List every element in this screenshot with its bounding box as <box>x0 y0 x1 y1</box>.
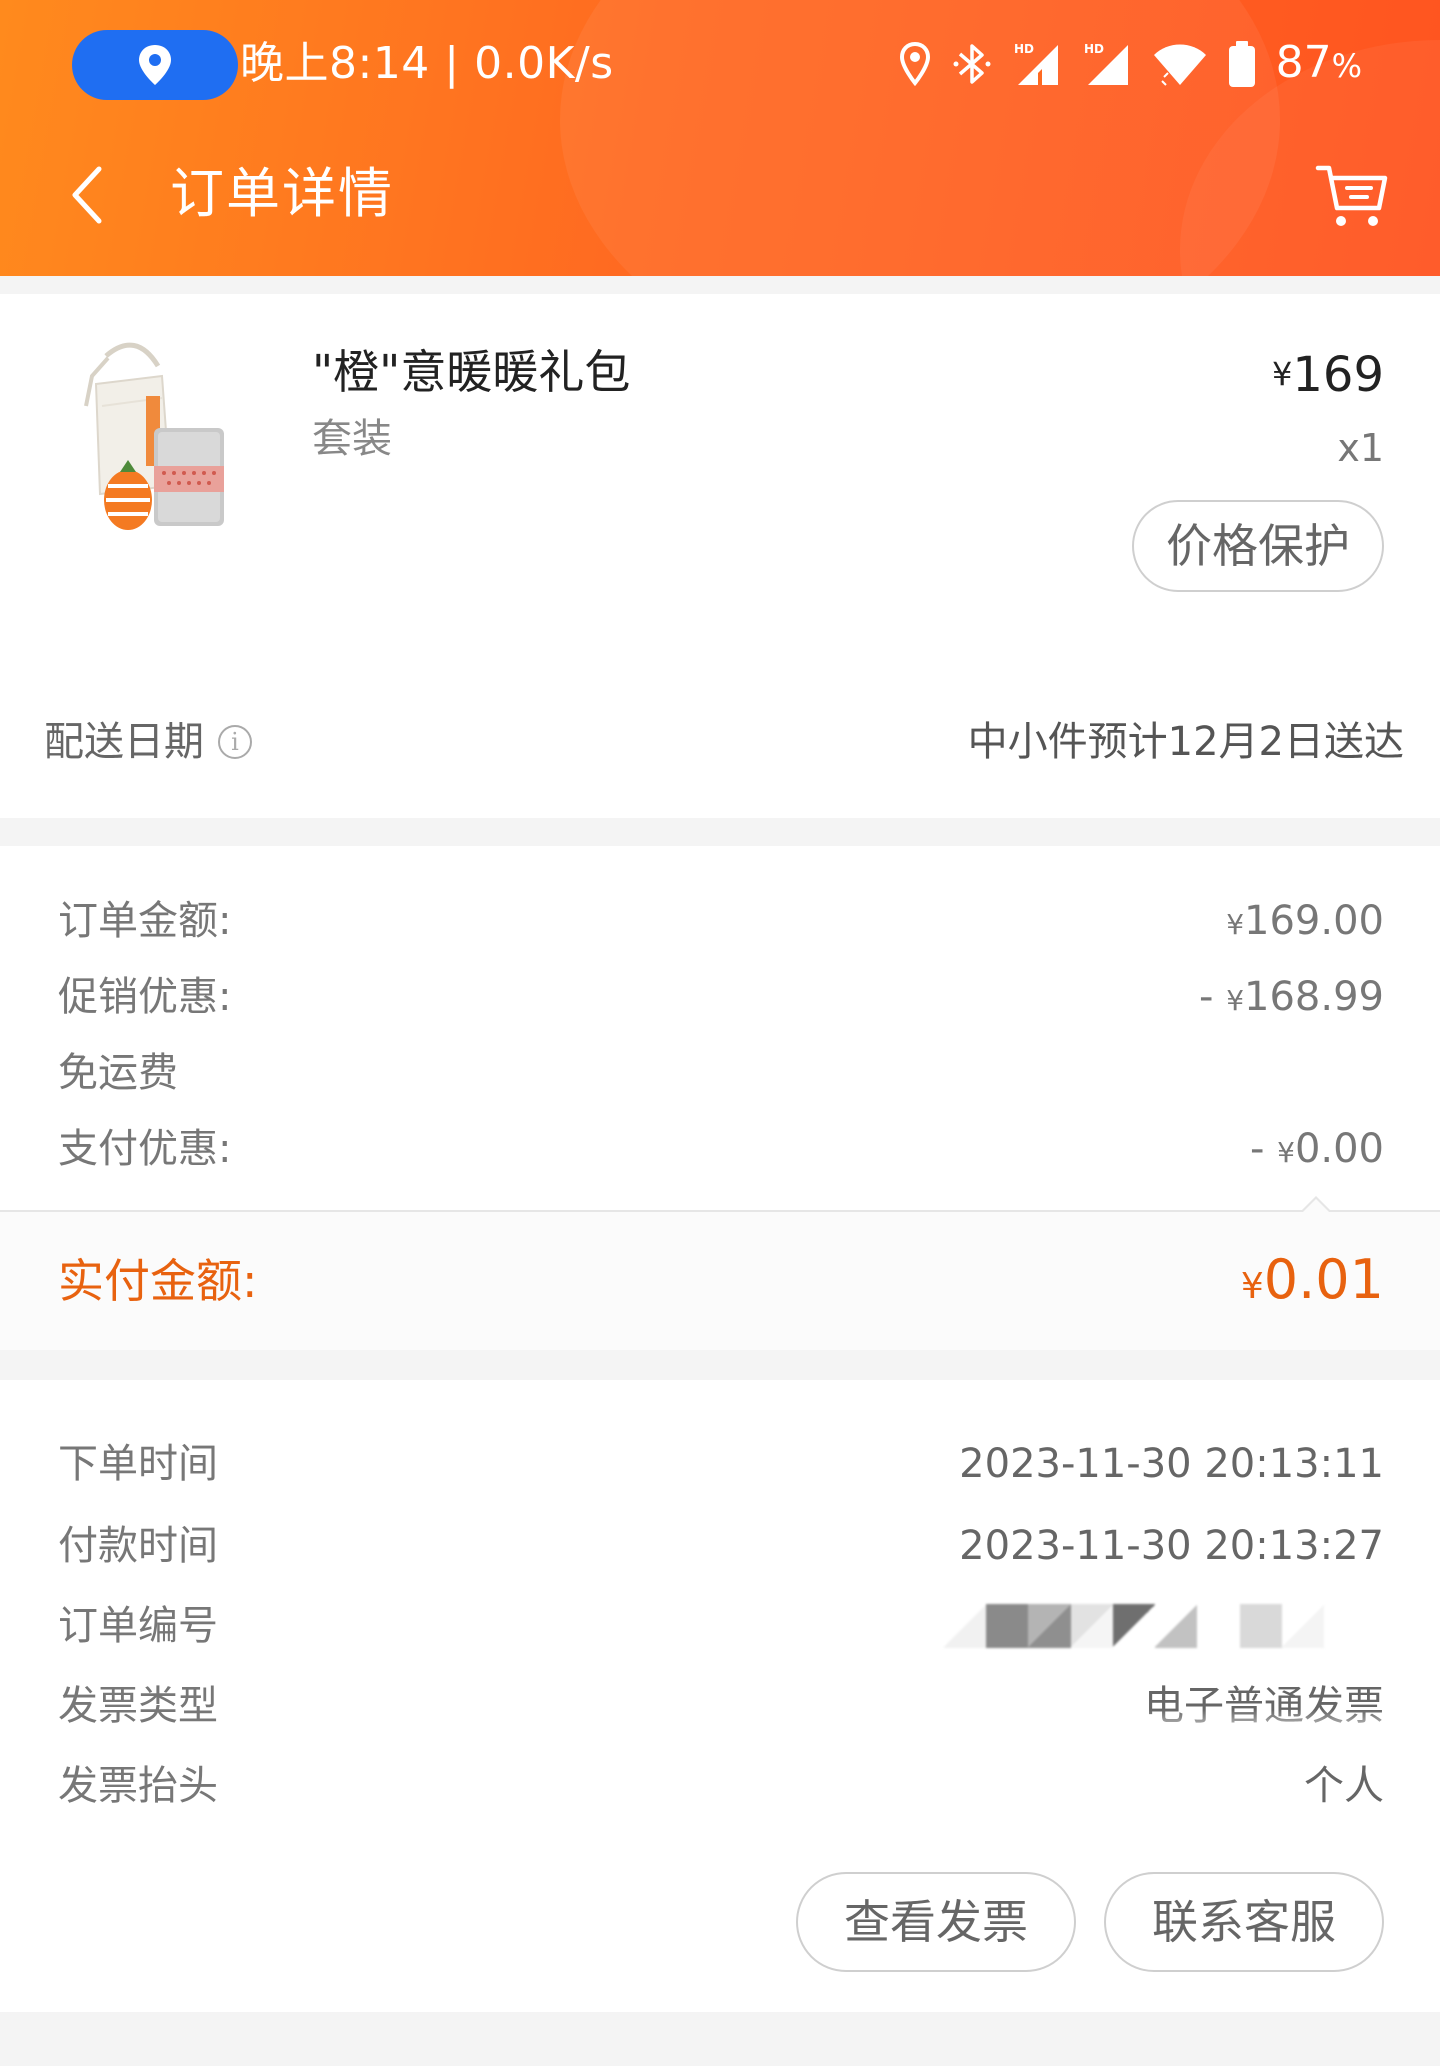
hd-signal-icon: HD <box>1084 42 1128 85</box>
free-shipping-label: 免运费 <box>58 1050 178 1096</box>
svg-text:HD: HD <box>1014 42 1034 56</box>
order-time-label: 下单时间 <box>58 1441 218 1487</box>
invoice-type-label: 发票类型 <box>58 1683 218 1729</box>
payment-discount-row: 支付优惠: - ¥0.00 <box>0 1114 1440 1184</box>
delivery-date-text: 配送日期 <box>44 719 204 765</box>
free-shipping-row: 免运费 <box>0 1038 1440 1108</box>
product-image[interactable] <box>66 336 246 536</box>
product-quantity: x1 <box>1337 426 1384 470</box>
cart-icon <box>1315 165 1388 226</box>
order-time-row: 下单时间 2023-11-30 20:13:11 <box>0 1428 1440 1500</box>
battery-percentage: 87% <box>1275 36 1362 88</box>
product-card: "橙"意暖暖礼包 套装 ¥169 x1 价格保护 配送日期 i 中小件预计12月… <box>0 294 1440 818</box>
order-amount-value: ¥169.00 <box>1226 898 1384 944</box>
bluetooth-icon <box>953 44 991 84</box>
delivery-date-label: 配送日期 i <box>44 714 252 770</box>
payment-discount-label: 支付优惠: <box>58 1126 232 1172</box>
svg-text:HD: HD <box>1084 42 1104 56</box>
paid-amount-value: ¥0.01 <box>1240 1248 1384 1311</box>
product-spec: 套装 <box>312 416 392 462</box>
page-title: 订单详情 <box>170 162 394 225</box>
price-protect-button[interactable]: 价格保护 <box>1132 500 1384 592</box>
payment-discount-value: - ¥0.00 <box>1249 1126 1384 1172</box>
order-info-card: 下单时间 2023-11-30 20:13:11 付款时间 2023-11-30… <box>0 1380 1440 2012</box>
contact-service-button[interactable]: 联系客服 <box>1104 1872 1384 1972</box>
order-number-row: 订单编号 <box>0 1590 1440 1662</box>
pay-time-label: 付款时间 <box>58 1523 218 1569</box>
delivery-date-value: 中小件预计12月2日送达 <box>967 719 1404 765</box>
order-amount-row: 订单金额: ¥169.00 <box>0 886 1440 956</box>
view-invoice-button[interactable]: 查看发票 <box>796 1872 1076 1972</box>
back-button[interactable] <box>52 160 122 230</box>
product-name[interactable]: "橙"意暖暖礼包 <box>312 342 630 402</box>
order-number-label: 订单编号 <box>58 1603 218 1649</box>
status-time-speed: 晚上8:14 | 0.0K/s <box>240 38 614 89</box>
hd-signal-icon: HD <box>1014 42 1058 85</box>
status-bar: 晚上8:14 | 0.0K/s HD HD 87% <box>0 0 1440 130</box>
invoice-title-label: 发票抬头 <box>58 1763 218 1809</box>
divider-notch <box>1300 1196 1332 1213</box>
promo-discount-value: - ¥168.99 <box>1199 974 1384 1020</box>
product-price: ¥169 <box>1272 347 1384 403</box>
order-number-masked <box>944 1604 1324 1648</box>
battery-icon <box>1228 41 1255 87</box>
amount-card: 订单金额: ¥169.00 促销优惠: - ¥168.99 免运费 支付优惠: … <box>0 846 1440 1350</box>
invoice-type-row: 发票类型 电子普通发票 <box>0 1670 1440 1742</box>
order-time-value: 2023-11-30 20:13:11 <box>959 1441 1384 1487</box>
location-icon <box>899 41 930 87</box>
invoice-type-value: 电子普通发票 <box>1144 1683 1384 1729</box>
paid-amount-row: 实付金额: ¥0.01 <box>0 1212 1440 1350</box>
location-pill[interactable] <box>72 30 238 100</box>
order-amount-label: 订单金额: <box>58 898 232 944</box>
location-icon <box>139 45 171 85</box>
paid-amount-label: 实付金额: <box>58 1254 258 1308</box>
status-icons: HD HD 87% <box>898 34 1362 94</box>
promo-discount-label: 促销优惠: <box>58 974 232 1020</box>
pay-time-row: 付款时间 2023-11-30 20:13:27 <box>0 1510 1440 1582</box>
info-icon[interactable]: i <box>218 725 252 759</box>
title-bar: 订单详情 <box>0 140 1440 250</box>
pay-time-value: 2023-11-30 20:13:27 <box>959 1523 1384 1569</box>
chevron-left-icon <box>72 166 102 224</box>
promo-discount-row: 促销优惠: - ¥168.99 <box>0 962 1440 1032</box>
wifi-icon <box>1153 44 1206 86</box>
app-header: 晚上8:14 | 0.0K/s HD HD 87% 订单详情 <box>0 0 1440 276</box>
cart-button[interactable] <box>1310 154 1394 238</box>
invoice-title-value: 个人 <box>1304 1763 1384 1809</box>
invoice-title-row: 发票抬头 个人 <box>0 1750 1440 1822</box>
